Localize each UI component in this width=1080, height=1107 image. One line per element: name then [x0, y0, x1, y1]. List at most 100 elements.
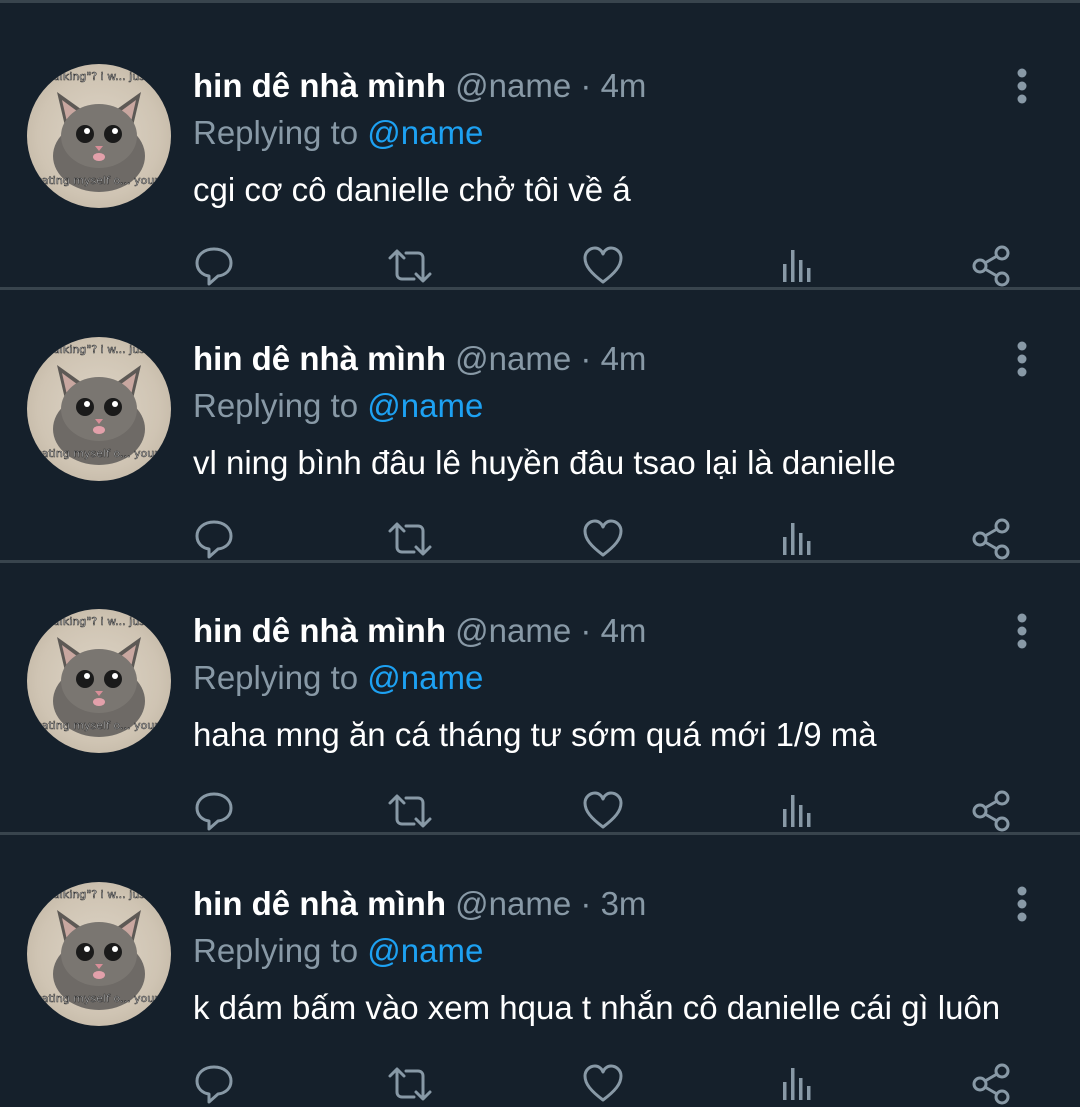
- avatar-caption-bottom: educating myself o... your lore: [27, 992, 171, 1005]
- share-button[interactable]: [967, 1060, 1015, 1107]
- replying-to: Replying to @name: [193, 931, 483, 971]
- retweet-button[interactable]: [386, 1060, 434, 1107]
- timestamp[interactable]: 4m: [601, 612, 647, 649]
- tweet-header: hin dê nhà mình @name · 4m: [193, 611, 646, 651]
- more-vertical-icon: [1017, 886, 1027, 922]
- retweet-icon: [388, 249, 432, 283]
- analytics-icon: [783, 250, 811, 282]
- user-handle[interactable]: @name: [455, 340, 571, 377]
- top-divider: [0, 0, 1080, 3]
- tweet-divider: [0, 832, 1080, 835]
- reply-button[interactable]: [190, 787, 238, 835]
- more-button[interactable]: [1000, 609, 1044, 653]
- replying-to-label: Replying to: [193, 387, 368, 424]
- avatar-caption-top: talking"? i w... just: [49, 888, 150, 901]
- analytics-icon: [783, 795, 811, 827]
- like-button[interactable]: [579, 242, 627, 290]
- replying-to-handle[interactable]: @name: [367, 659, 483, 696]
- timestamp[interactable]: 4m: [601, 340, 647, 377]
- avatar[interactable]: talking"? i w... just educating myself o…: [27, 64, 171, 208]
- display-name[interactable]: hin dê nhà mình: [193, 67, 446, 104]
- share-button[interactable]: [967, 787, 1015, 835]
- tweet-text: cgi cơ cô danielle chở tôi về á: [193, 171, 631, 208]
- replying-to-label: Replying to: [193, 659, 368, 696]
- analytics-icon: [783, 1068, 811, 1100]
- retweet-icon: [388, 794, 432, 828]
- avatar-caption-bottom: educating myself o... your lore: [27, 447, 171, 460]
- like-button[interactable]: [579, 787, 627, 835]
- reply-button[interactable]: [190, 515, 238, 563]
- tweet-feed: talking"? i w... just educating myself o…: [0, 0, 1080, 1107]
- share-icon: [972, 245, 1010, 287]
- tweet[interactable]: talking"? i w... just educating myself o…: [0, 20, 1080, 290]
- separator-dot: ·: [580, 885, 592, 922]
- separator-dot: ·: [580, 612, 592, 649]
- avatar[interactable]: talking"? i w... just educating myself o…: [27, 337, 171, 481]
- avatar-caption-bottom: educating myself o... your lore: [27, 719, 171, 732]
- reply-button[interactable]: [190, 1060, 238, 1107]
- more-button[interactable]: [1000, 64, 1044, 108]
- reply-button[interactable]: [190, 242, 238, 290]
- share-icon: [972, 518, 1010, 560]
- tweet[interactable]: talking"? i w... just educating myself o…: [0, 838, 1080, 1107]
- tweet-header: hin dê nhà mình @name · 4m: [193, 339, 646, 379]
- tweet[interactable]: talking"? i w... just educating myself o…: [0, 293, 1080, 563]
- tweet-actions: [0, 515, 1080, 563]
- avatar[interactable]: talking"? i w... just educating myself o…: [27, 882, 171, 1026]
- retweet-button[interactable]: [386, 787, 434, 835]
- tweet-actions: [0, 787, 1080, 835]
- replying-to-handle[interactable]: @name: [367, 387, 483, 424]
- like-button[interactable]: [579, 515, 627, 563]
- reply-icon: [195, 1065, 233, 1104]
- display-name[interactable]: hin dê nhà mình: [193, 885, 446, 922]
- analytics-button[interactable]: [773, 1060, 821, 1107]
- display-name[interactable]: hin dê nhà mình: [193, 340, 446, 377]
- analytics-button[interactable]: [773, 515, 821, 563]
- reply-icon: [195, 792, 233, 831]
- replying-to-handle[interactable]: @name: [367, 114, 483, 151]
- replying-to-handle[interactable]: @name: [367, 932, 483, 969]
- timestamp[interactable]: 4m: [601, 67, 647, 104]
- replying-to: Replying to @name: [193, 113, 483, 153]
- kitten-avatar-image: talking"? i w... just educating myself o…: [27, 343, 171, 465]
- retweet-icon: [388, 522, 432, 556]
- analytics-button[interactable]: [773, 242, 821, 290]
- tweet-text: k dám bấm vào xem hqua t nhắn cô daniell…: [193, 989, 1001, 1026]
- analytics-icon: [783, 523, 811, 555]
- reply-icon: [195, 520, 233, 559]
- tweet-text: vl ning bình đâu lê huyền đâu tsao lại l…: [193, 444, 896, 481]
- more-vertical-icon: [1017, 341, 1027, 377]
- separator-dot: ·: [580, 67, 592, 104]
- analytics-button[interactable]: [773, 787, 821, 835]
- share-button[interactable]: [967, 242, 1015, 290]
- replying-to-label: Replying to: [193, 932, 368, 969]
- replying-to: Replying to @name: [193, 658, 483, 698]
- heart-icon: [583, 1064, 623, 1102]
- tweet-actions: [0, 242, 1080, 290]
- kitten-avatar-image: talking"? i w... just educating myself o…: [27, 615, 171, 737]
- like-button[interactable]: [579, 1060, 627, 1107]
- retweet-button[interactable]: [386, 515, 434, 563]
- user-handle[interactable]: @name: [455, 612, 571, 649]
- share-icon: [972, 1063, 1010, 1105]
- replying-to-label: Replying to: [193, 114, 368, 151]
- tweet-divider: [0, 560, 1080, 563]
- kitten-avatar-image: talking"? i w... just educating myself o…: [27, 888, 171, 1010]
- heart-icon: [583, 791, 623, 829]
- share-button[interactable]: [967, 515, 1015, 563]
- retweet-button[interactable]: [386, 242, 434, 290]
- heart-icon: [583, 519, 623, 557]
- display-name[interactable]: hin dê nhà mình: [193, 612, 446, 649]
- heart-icon: [583, 246, 623, 284]
- avatar[interactable]: talking"? i w... just educating myself o…: [27, 609, 171, 753]
- more-button[interactable]: [1000, 882, 1044, 926]
- user-handle[interactable]: @name: [455, 885, 571, 922]
- retweet-icon: [388, 1067, 432, 1101]
- timestamp[interactable]: 3m: [601, 885, 647, 922]
- tweet[interactable]: talking"? i w... just educating myself o…: [0, 565, 1080, 835]
- avatar-caption-top: talking"? i w... just: [49, 615, 150, 628]
- tweet-divider: [0, 287, 1080, 290]
- tweet-actions: [0, 1060, 1080, 1107]
- more-button[interactable]: [1000, 337, 1044, 381]
- user-handle[interactable]: @name: [455, 67, 571, 104]
